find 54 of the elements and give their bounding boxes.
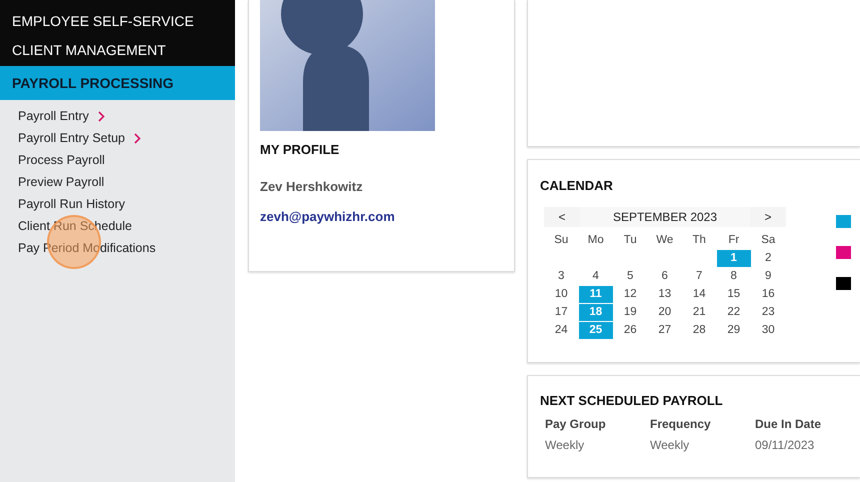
column-header: Due In Date	[755, 417, 822, 431]
calendar-day[interactable]: 23	[751, 304, 786, 320]
calendar-day[interactable]: 4	[578, 268, 613, 284]
weekday-label: Sa	[760, 232, 776, 248]
calendar-day[interactable]: 15	[716, 286, 751, 302]
chevron-icon	[98, 110, 105, 122]
nav-section[interactable]: EMPLOYEE SELF-SERVICE	[0, 7, 235, 36]
nav-item[interactable]: Payroll Run History	[18, 197, 125, 211]
nav-item[interactable]: Payroll Entry	[18, 109, 89, 123]
weekday-label: Mo	[586, 232, 605, 248]
card-title: CALENDAR	[540, 178, 614, 193]
calendar-day[interactable]: 13	[648, 286, 682, 302]
column-header: Pay Group	[545, 417, 607, 431]
table-cell-text: 09/11/2023	[755, 438, 816, 452]
nav-item[interactable]: Preview Payroll	[18, 175, 104, 189]
column-header: Frequency	[650, 417, 712, 431]
calendar-day[interactable]: 10	[544, 286, 578, 302]
email-link[interactable]: zevh@paywhizhr.com	[260, 209, 395, 224]
calendar-day[interactable]: 8	[716, 268, 751, 284]
calendar-day[interactable]: 9	[751, 268, 786, 284]
calendar-day[interactable]: 12	[613, 286, 648, 302]
weekday-label: Fr	[727, 232, 740, 248]
calendar-day[interactable]: 14	[682, 286, 716, 302]
profile-name: Zev Hershkowitz	[260, 179, 363, 194]
card-title: NEXT SCHEDULED PAYROLL	[540, 393, 724, 408]
calendar-day[interactable]: 22	[716, 304, 751, 320]
card-title: MY PROFILE	[260, 142, 340, 157]
calendar-day[interactable]: 26	[613, 322, 648, 338]
calendar-day[interactable]: 5	[613, 268, 648, 284]
calendar-day[interactable]: 20	[648, 304, 682, 320]
nav-section[interactable]: PAYROLL PROCESSING	[0, 66, 235, 100]
calendar-day[interactable]: 28	[682, 322, 716, 338]
calendar-day[interactable]: 16	[751, 286, 786, 302]
calendar-day[interactable]: 30	[751, 322, 786, 338]
nav-item[interactable]: Payroll Entry Setup	[18, 131, 125, 145]
calendar-day[interactable]: 17	[544, 304, 578, 320]
table-cell-text: Weekly	[650, 438, 690, 452]
weekday-label: Th	[692, 232, 707, 248]
calendar-day[interactable]: 24	[544, 322, 578, 338]
weekday-label: We	[655, 232, 674, 248]
calendar-day[interactable]: 27	[648, 322, 682, 338]
nav-item[interactable]: Process Payroll	[18, 153, 105, 167]
weekday-label: Tu	[622, 232, 638, 248]
calendar-day[interactable]: 3	[544, 268, 578, 284]
calendar-day[interactable]: 29	[716, 322, 751, 338]
calendar-day[interactable]: 6	[648, 268, 682, 284]
calendar-day[interactable]: 21	[682, 304, 716, 320]
calendar-day[interactable]: 2	[751, 250, 786, 266]
weekday-label: Su	[553, 232, 570, 248]
table-cell-text: Weekly	[545, 438, 586, 452]
calendar-day[interactable]: 7	[682, 268, 716, 284]
nav-section[interactable]: CLIENT MANAGEMENT	[0, 36, 235, 65]
calendar-day[interactable]: 19	[613, 304, 648, 320]
chevron-icon	[134, 132, 141, 144]
